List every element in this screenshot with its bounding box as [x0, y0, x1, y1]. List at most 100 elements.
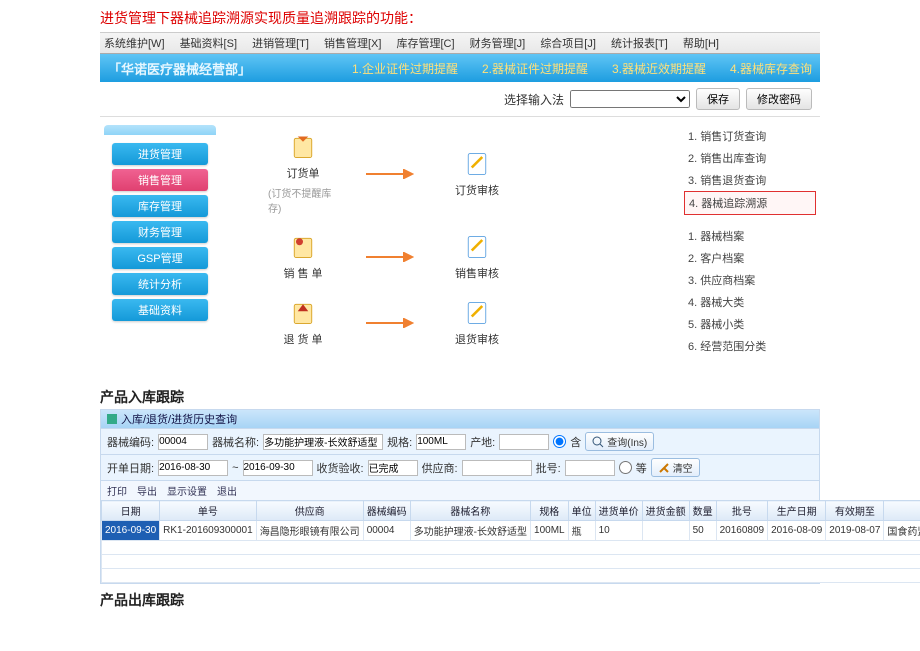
- quicklink-item[interactable]: 1. 器械档案: [684, 225, 816, 247]
- col-header[interactable]: 批号: [716, 501, 768, 521]
- filter-code-label: 器械编码:: [107, 434, 154, 450]
- sidebar-item-stats[interactable]: 统计分析: [112, 273, 208, 295]
- tool-print[interactable]: 打印: [107, 483, 127, 498]
- menu-item[interactable]: 帮助[H]: [683, 38, 719, 50]
- quicklink-item-trace[interactable]: 4. 器械追踪溯源: [684, 191, 816, 215]
- tool-exit[interactable]: 退出: [217, 483, 237, 498]
- save-button[interactable]: 保存: [696, 88, 740, 110]
- flow-return-audit[interactable]: 退货审核: [442, 299, 512, 347]
- col-header[interactable]: 日期: [102, 501, 160, 521]
- col-header[interactable]: 进货金额: [642, 501, 689, 521]
- menu-item[interactable]: 基础资料[S]: [180, 38, 237, 50]
- filter-receiver-input[interactable]: [368, 460, 418, 476]
- clear-button[interactable]: 清空: [651, 458, 700, 477]
- filter-bar-2: 开单日期: ~ 收货验收: 供应商: 批号: 等 清空: [101, 454, 819, 480]
- change-password-button[interactable]: 修改密码: [746, 88, 812, 110]
- menu-item[interactable]: 财务管理[J]: [470, 38, 526, 50]
- arrow-icon: [366, 252, 414, 262]
- col-header[interactable]: 规格: [531, 501, 569, 521]
- table-row[interactable]: 2016-09-30 RK1-201609300001 海昌隐形眼镜有限公司 0…: [102, 521, 920, 541]
- col-header[interactable]: 单号: [160, 501, 257, 521]
- menu-item[interactable]: 系统维护[W]: [104, 38, 165, 50]
- flow-order-form[interactable]: 订货单 (订货不提醒库存): [268, 133, 338, 215]
- col-header[interactable]: 器械名称: [410, 501, 530, 521]
- flow-return-form[interactable]: 退 货 单: [268, 299, 338, 347]
- table-row: [102, 541, 920, 555]
- quicklink-item[interactable]: 3. 销售退货查询: [684, 169, 816, 191]
- cell: 国食药监械（准）字2013第3220382号: [884, 521, 920, 541]
- filter-date-to[interactable]: [243, 460, 313, 476]
- cell: RK1-201609300001: [160, 521, 257, 541]
- col-header[interactable]: 生产日期: [768, 501, 826, 521]
- col-header[interactable]: 单位: [568, 501, 595, 521]
- col-header[interactable]: 有效期至: [826, 501, 884, 521]
- sales-form-icon: [289, 233, 317, 261]
- menu-item[interactable]: 统计报表[T]: [611, 38, 668, 50]
- sidebar-item-sales[interactable]: 销售管理: [112, 169, 208, 191]
- return-form-icon: [289, 299, 317, 327]
- quicklink-item[interactable]: 1. 销售订货查询: [684, 125, 816, 147]
- quicklink-item[interactable]: 5. 器械小类: [684, 313, 816, 335]
- tool-display[interactable]: 显示设置: [167, 483, 207, 498]
- filter-date-from[interactable]: [158, 460, 228, 476]
- table-row: [102, 555, 920, 569]
- filter-radio-equal[interactable]: [619, 461, 632, 474]
- filter-batch-label: 批号:: [536, 460, 561, 476]
- cell: [642, 521, 689, 541]
- filter-supplier-input[interactable]: [462, 460, 532, 476]
- flow-order-audit[interactable]: 订货审核: [442, 150, 512, 198]
- cell: 00004: [363, 521, 410, 541]
- right-quicklinks: 1. 销售订货查询 2. 销售出库查询 3. 销售退货查询 4. 器械追踪溯源 …: [680, 117, 820, 381]
- workflow-area: 订货单 (订货不提醒库存) 订货审核 销 售 单 销售审核 退 货: [220, 117, 680, 381]
- quicklink-item[interactable]: 2. 销售出库查询: [684, 147, 816, 169]
- brand-title: 「华诺医疗器械经营部」: [108, 59, 251, 78]
- filter-spec-input[interactable]: [416, 434, 466, 450]
- quicklink-item[interactable]: 3. 供应商档案: [684, 269, 816, 291]
- sidebar-item-stock[interactable]: 库存管理: [112, 195, 208, 217]
- page-heading: 进货管理下器械追踪溯源实现质量追溯跟踪的功能：: [0, 0, 920, 32]
- header-link[interactable]: 1.企业证件过期提醒: [352, 60, 458, 77]
- col-header[interactable]: 数量: [689, 501, 716, 521]
- filter-batch-input[interactable]: [565, 460, 615, 476]
- audit-icon: [463, 233, 491, 261]
- flow-sales-audit[interactable]: 销售审核: [442, 233, 512, 281]
- window-icon: [107, 414, 117, 424]
- quicklink-item[interactable]: 6. 经营范围分类: [684, 335, 816, 357]
- col-header[interactable]: 进货单价: [595, 501, 642, 521]
- flow-label: 退货审核: [455, 331, 499, 347]
- sidebar-item-basic[interactable]: 基础资料: [112, 299, 208, 321]
- col-header[interactable]: 注册证号: [884, 501, 920, 521]
- quicklink-item[interactable]: 2. 客户档案: [684, 247, 816, 269]
- menu-item[interactable]: 销售管理[X]: [324, 38, 381, 50]
- cell: 10: [595, 521, 642, 541]
- sidebar-item-finance[interactable]: 财务管理: [112, 221, 208, 243]
- filter-spec-label: 规格:: [387, 434, 412, 450]
- grid-title: 入库/退货/进货历史查询: [101, 410, 819, 428]
- header-link[interactable]: 3.器械近效期提醒: [612, 60, 706, 77]
- input-method-select[interactable]: [570, 90, 690, 108]
- menu-item[interactable]: 综合项目[J]: [540, 38, 596, 50]
- menu-item[interactable]: 库存管理[C]: [397, 38, 455, 50]
- menu-item[interactable]: 进销管理[T]: [252, 38, 309, 50]
- col-header[interactable]: 器械编码: [363, 501, 410, 521]
- filter-radio-include[interactable]: [553, 435, 566, 448]
- tool-export[interactable]: 导出: [137, 483, 157, 498]
- filter-origin-input[interactable]: [499, 434, 549, 450]
- sidebar-item-gsp[interactable]: GSP管理: [112, 247, 208, 269]
- table-header-row: 日期 单号 供应商 器械编码 器械名称 规格 单位 进货单价 进货金额 数量 批…: [102, 501, 920, 521]
- date-sep: ~: [232, 462, 238, 474]
- header-link[interactable]: 4.器械库存查询: [730, 60, 812, 77]
- quicklink-item[interactable]: 4. 器械大类: [684, 291, 816, 313]
- flow-sales-form[interactable]: 销 售 单: [268, 233, 338, 281]
- filter-date-label: 开单日期:: [107, 460, 154, 476]
- col-header[interactable]: 供应商: [256, 501, 363, 521]
- toolstrip: 打印 导出 显示设置 退出: [101, 480, 819, 500]
- cell: 20160809: [716, 521, 768, 541]
- order-form-icon: [289, 133, 317, 161]
- header-link[interactable]: 2.器械证件过期提醒: [482, 60, 588, 77]
- query-button[interactable]: 查询(Ins): [585, 432, 654, 451]
- arrow-icon: [366, 169, 414, 179]
- sidebar-item-purchase[interactable]: 进货管理: [112, 143, 208, 165]
- filter-name-input[interactable]: [263, 434, 383, 450]
- filter-code-input[interactable]: [158, 434, 208, 450]
